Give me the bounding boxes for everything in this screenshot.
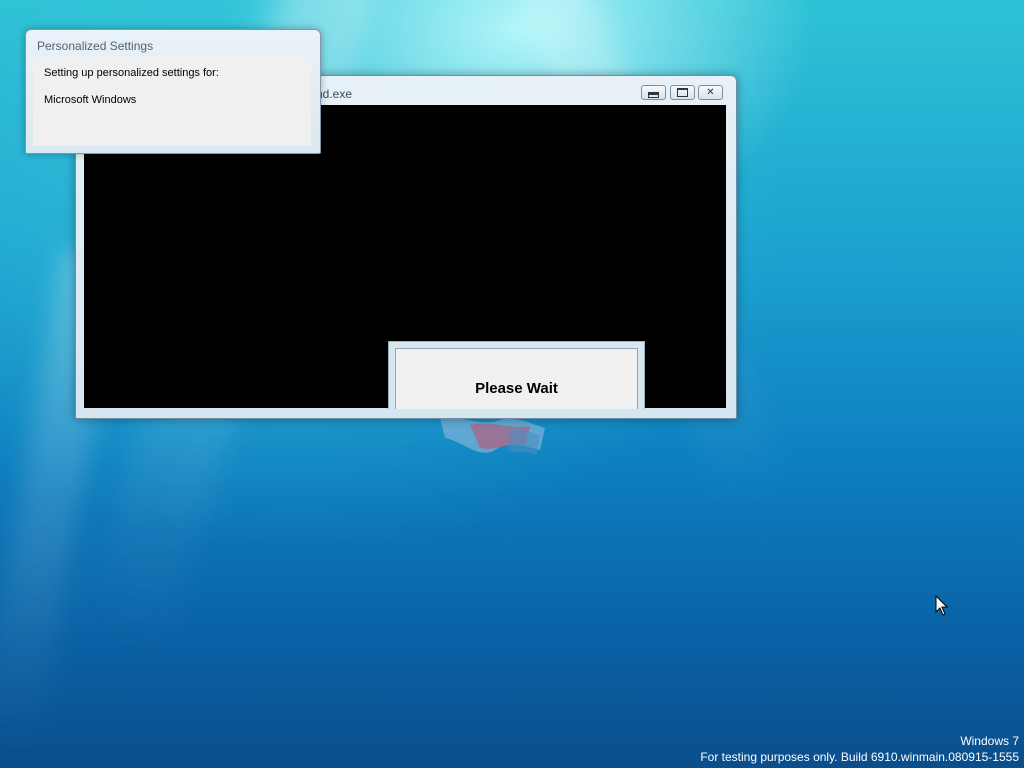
personalized-settings-window[interactable]: Personalized Settings Setting up persona… xyxy=(25,29,321,154)
minimize-button[interactable] xyxy=(641,85,666,100)
window-title: Personalized Settings xyxy=(37,39,154,53)
mouse-pointer-icon xyxy=(935,595,949,616)
status-message: Setting up personalized settings for: xyxy=(44,67,219,79)
close-button[interactable]: ✕ xyxy=(698,85,723,100)
build-watermark: Windows 7 For testing purposes only. Bui… xyxy=(700,733,1019,765)
please-wait-dialog: Please Wait xyxy=(388,341,645,409)
settings-body: Setting up personalized settings for: Mi… xyxy=(33,57,311,146)
please-wait-message: Please Wait xyxy=(475,380,558,397)
close-icon: ✕ xyxy=(706,87,715,98)
please-wait-panel: Please Wait xyxy=(395,348,638,409)
component-name: Microsoft Windows xyxy=(44,94,137,106)
desktop: nd.exe ✕ Please Wait Personalized Settin… xyxy=(0,0,1024,768)
os-name: Windows 7 xyxy=(960,734,1019,748)
window-title: nd.exe xyxy=(316,87,353,101)
maximize-icon xyxy=(671,86,694,99)
maximize-button[interactable] xyxy=(670,85,695,100)
minimize-icon xyxy=(642,86,665,99)
build-info: For testing purposes only. Build 6910.wi… xyxy=(700,750,1019,764)
